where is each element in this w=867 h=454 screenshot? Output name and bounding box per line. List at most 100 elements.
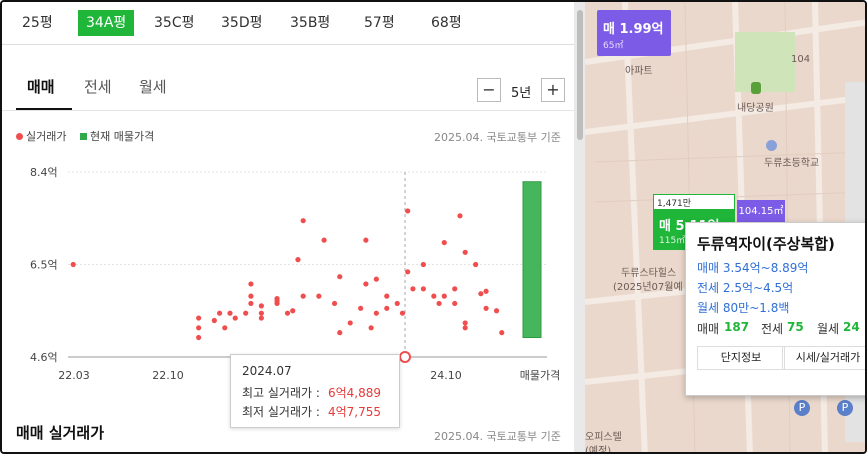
parking-icon: P bbox=[794, 400, 810, 416]
tooltip-max-label: 최고 실거래가 : bbox=[242, 386, 320, 400]
data-point bbox=[290, 308, 296, 314]
scrollbar-thumb[interactable] bbox=[577, 10, 583, 140]
map-label-apartment: 아파트 bbox=[625, 66, 653, 77]
data-point bbox=[399, 310, 406, 316]
data-point bbox=[196, 315, 202, 321]
card-wolse-range: 월세 80만~1.8백 bbox=[697, 301, 790, 315]
current-listing-bar bbox=[522, 181, 542, 339]
data-point bbox=[462, 325, 468, 331]
source-note-top: 2025.04. 국토교통부 기준 bbox=[434, 131, 561, 144]
tab-jeonse[interactable]: 전세 bbox=[84, 76, 112, 97]
price-history-button[interactable]: 시세/실거래가 bbox=[782, 346, 865, 370]
data-point bbox=[70, 261, 76, 268]
data-point bbox=[478, 291, 484, 297]
data-point bbox=[337, 274, 343, 280]
data-point bbox=[363, 237, 369, 243]
data-point bbox=[337, 330, 343, 336]
data-point bbox=[284, 310, 291, 316]
map-label-officetel: 오피스텔 bbox=[585, 432, 622, 443]
park-icon bbox=[751, 82, 761, 94]
complex-info-button[interactable]: 단지정보 bbox=[697, 346, 785, 370]
data-point bbox=[222, 325, 228, 331]
data-point bbox=[452, 286, 458, 292]
size-tab-57[interactable]: 57평 bbox=[364, 10, 395, 36]
card-title: 두류역자이(주상복합) bbox=[697, 235, 835, 253]
x-tick-label: 22.10 bbox=[152, 369, 184, 382]
data-point bbox=[347, 320, 353, 326]
data-point bbox=[227, 310, 233, 316]
section-title: 매매 실거래가 bbox=[16, 424, 105, 442]
map-pin-side[interactable]: 104.15㎡ bbox=[737, 200, 785, 224]
chart-legend: 실거래가 현재 매물가격 bbox=[16, 128, 154, 144]
period-plus-button[interactable]: + bbox=[541, 78, 565, 102]
data-point bbox=[321, 237, 327, 243]
card-count-wolse: 24 bbox=[843, 320, 860, 334]
legend-current: 현재 매물가격 bbox=[89, 130, 155, 143]
size-tab-25[interactable]: 25평 bbox=[22, 10, 53, 36]
size-tabs: 25평 34A평 35C평 35D평 35B평 57평 68평 bbox=[2, 2, 574, 45]
complex-info-card[interactable]: 두류역자이(주상복합) 매매 3.54억~8.89억 전세 2.5억~4.5억 … bbox=[685, 222, 865, 396]
data-point bbox=[300, 293, 306, 299]
data-point bbox=[211, 317, 217, 324]
card-count-jeonse-label: 전세 bbox=[761, 322, 784, 336]
size-tab-35c[interactable]: 35C평 bbox=[154, 10, 194, 36]
data-point bbox=[300, 218, 306, 224]
y-tick-label: 4.6억 bbox=[30, 351, 58, 364]
data-point bbox=[196, 325, 202, 331]
tab-sale[interactable]: 매매 bbox=[27, 76, 55, 97]
pin-small-sub: 65㎡ bbox=[603, 41, 624, 51]
map-label-hills-date: (2025년07월예 bbox=[613, 282, 683, 293]
data-point bbox=[232, 315, 238, 321]
data-point bbox=[405, 269, 411, 275]
highlight-point bbox=[399, 351, 411, 363]
data-point bbox=[473, 261, 479, 268]
x-tick-label: 매물가격 bbox=[520, 369, 560, 382]
data-point bbox=[493, 308, 500, 314]
x-tick-label: 24.10 bbox=[430, 369, 462, 382]
data-point bbox=[363, 281, 369, 287]
y-tick-label: 6.5억 bbox=[30, 259, 58, 272]
map-label-planned: (예정) bbox=[585, 446, 612, 454]
source-note-bottom: 2025.04. 국토교통부 기준 bbox=[434, 430, 561, 443]
active-tab-underline bbox=[16, 108, 72, 110]
left-panel: 25평 34A평 35C평 35D평 35B평 57평 68평 매매 전세 월세… bbox=[2, 2, 574, 452]
tab-wolse[interactable]: 월세 bbox=[139, 76, 167, 97]
chart-tooltip: 2024.07 최고 실거래가 : 6억4,889 최저 실거래가 : 4억7,… bbox=[230, 354, 400, 428]
data-point bbox=[420, 286, 426, 292]
size-tab-34a[interactable]: 34A평 bbox=[78, 10, 135, 36]
data-point bbox=[258, 310, 264, 316]
data-point bbox=[274, 298, 280, 304]
data-point bbox=[431, 293, 437, 299]
card-jeonse-range: 전세 2.5억~4.5억 bbox=[697, 281, 794, 295]
current-price-square bbox=[79, 133, 87, 140]
data-point bbox=[452, 300, 458, 307]
data-point bbox=[499, 330, 505, 336]
data-point bbox=[373, 310, 379, 316]
period-minus-button[interactable]: − bbox=[477, 78, 501, 102]
data-point bbox=[248, 293, 254, 299]
data-point bbox=[441, 293, 447, 299]
card-count-sale-label: 매매 bbox=[697, 322, 720, 336]
data-point bbox=[258, 303, 264, 309]
map-pin-small[interactable]: 매 1.99억 65㎡ bbox=[597, 10, 671, 56]
data-point bbox=[216, 310, 223, 316]
map-label-school: 두류초등학교 bbox=[764, 158, 820, 169]
data-point bbox=[462, 320, 468, 326]
pin-small-title: 매 1.99억 bbox=[603, 22, 664, 37]
size-tab-35b[interactable]: 35B평 bbox=[290, 10, 330, 36]
card-sale-range: 매매 3.54억~8.89억 bbox=[697, 261, 809, 275]
legend-actual: 실거래가 bbox=[26, 130, 67, 143]
data-point bbox=[316, 293, 322, 299]
size-tab-68[interactable]: 68평 bbox=[431, 10, 462, 36]
card-count-jeonse: 75 bbox=[787, 320, 804, 334]
app-frame: 25평 34A평 35C평 35D평 35B평 57평 68평 매매 전세 월세… bbox=[0, 0, 867, 454]
data-point bbox=[410, 286, 416, 292]
tooltip-date: 2024.07 bbox=[242, 364, 292, 378]
size-tab-35d[interactable]: 35D평 bbox=[221, 10, 262, 36]
data-point bbox=[368, 325, 374, 331]
card-count-wolse-label: 월세 bbox=[817, 322, 840, 336]
data-point bbox=[295, 257, 301, 263]
data-point bbox=[457, 213, 463, 219]
actual-price-dot bbox=[16, 133, 23, 140]
school-icon bbox=[766, 140, 777, 151]
